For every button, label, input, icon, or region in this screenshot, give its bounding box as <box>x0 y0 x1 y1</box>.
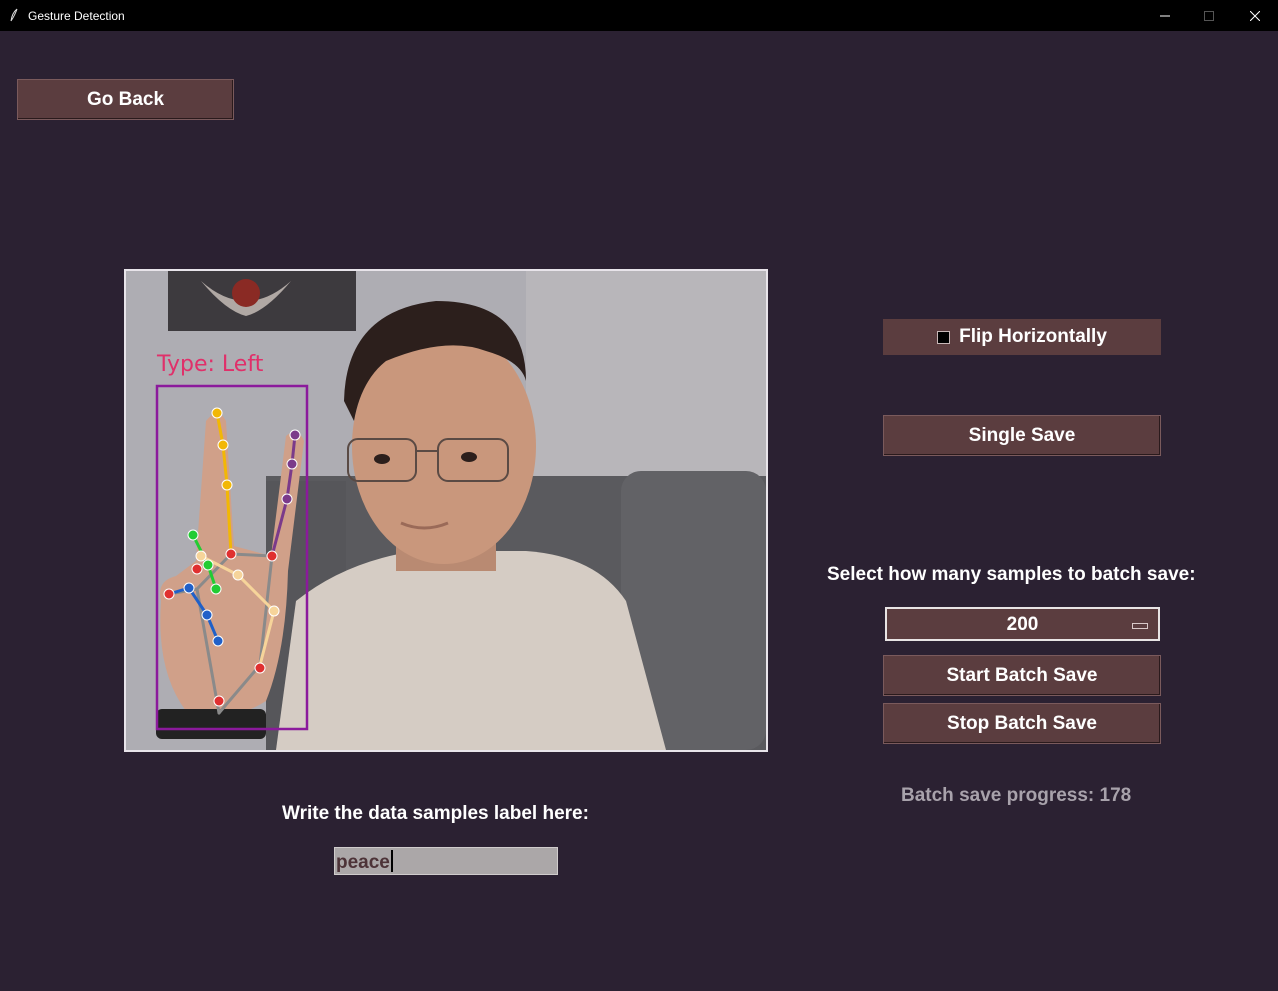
checkbox-indicator <box>937 330 951 344</box>
samples-label-value: peace <box>336 852 390 873</box>
go-back-button[interactable]: Go Back <box>17 79 234 120</box>
close-icon <box>1250 10 1260 21</box>
samples-label-prompt: Write the data samples label here: <box>282 803 589 824</box>
close-button[interactable] <box>1232 0 1278 31</box>
start-batch-save-button[interactable]: Start Batch Save <box>883 655 1161 696</box>
flip-horizontally-checkbox[interactable]: Flip Horizontally <box>883 319 1161 355</box>
window-title: Gesture Detection <box>28 9 125 23</box>
option-menu-indicator-icon <box>1132 623 1148 629</box>
stop-batch-save-button[interactable]: Stop Batch Save <box>883 703 1161 744</box>
samples-label-input[interactable]: peace <box>334 847 558 875</box>
hand-type-label: Type: Left <box>156 352 264 377</box>
batch-count-select[interactable]: 200 <box>885 607 1160 641</box>
flip-label: Flip Horizontally <box>959 326 1107 347</box>
batch-count-label: Select how many samples to batch save: <box>827 564 1196 585</box>
camera-feed: Type: Left <box>124 269 768 752</box>
batch-progress-label: Batch save progress: 178 <box>901 785 1132 806</box>
batch-count-value: 200 <box>1006 614 1039 635</box>
minimize-button[interactable] <box>1142 0 1188 31</box>
single-save-button[interactable]: Single Save <box>883 415 1161 456</box>
text-caret <box>390 850 393 872</box>
maximize-button[interactable] <box>1186 0 1232 31</box>
title-bar: Gesture Detection <box>0 0 1278 31</box>
feather-icon <box>9 8 19 22</box>
minimize-icon <box>1160 15 1170 16</box>
maximize-icon <box>1204 10 1214 21</box>
